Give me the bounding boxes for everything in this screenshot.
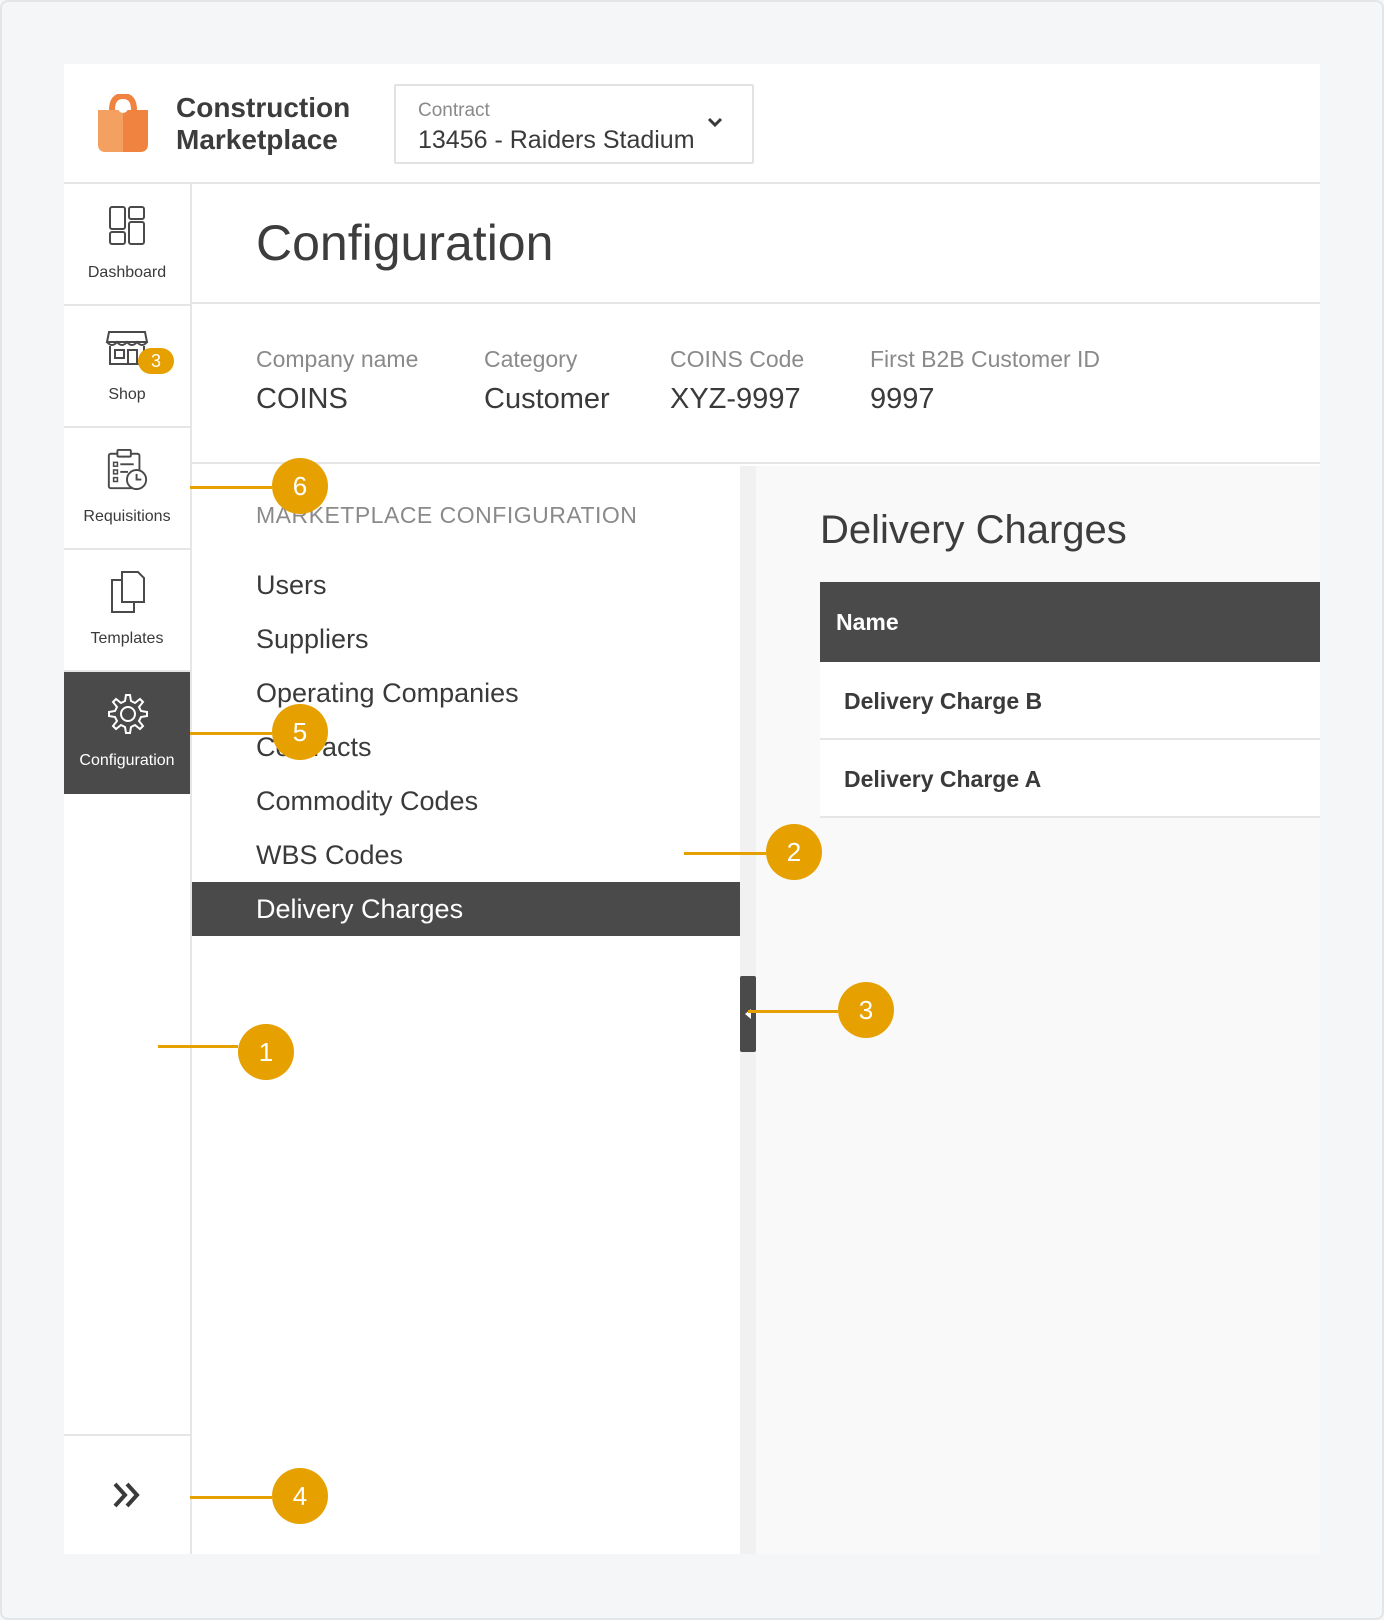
info-label: First B2B Customer ID — [870, 346, 1101, 372]
sidebar-item-label: Shop — [108, 386, 146, 403]
double-chevron-right-icon — [113, 1482, 140, 1508]
delivery-charges-table: Name Delivery Charge B Delivery Charge A — [820, 582, 1320, 818]
callout-3-marker: 3 — [838, 982, 894, 1038]
chevron-down-icon — [707, 117, 723, 128]
callout-5-line — [190, 732, 272, 735]
sidebar-item-dashboard[interactable]: Dashboard — [64, 184, 190, 306]
table-row[interactable]: Delivery Charge A — [820, 740, 1320, 818]
callout-1-line — [158, 1045, 238, 1048]
callout-2-line — [684, 852, 766, 855]
info-coins-code: COINS Code XYZ-9997 — [670, 346, 804, 416]
brand-line-1: Construction — [176, 92, 351, 123]
config-nav-wbs-codes[interactable]: WBS Codes — [192, 828, 740, 882]
templates-icon — [111, 571, 145, 613]
page-title: Configuration — [256, 215, 554, 271]
info-value: COINS — [256, 383, 348, 415]
main-sidebar: Dashboard 3 Shop Requisitions Templates … — [64, 184, 192, 1554]
info-label: Category — [484, 346, 578, 372]
config-nav-delivery-charges[interactable]: Delivery Charges — [192, 882, 740, 936]
sidebar-item-templates[interactable]: Templates — [64, 550, 190, 672]
info-value: Customer — [484, 383, 610, 415]
shop-cart-count-badge: 3 — [138, 348, 174, 374]
app-window: Construction Marketplace Contract 13456 … — [64, 64, 1320, 1554]
dashboard-icon — [109, 206, 145, 245]
table-row[interactable]: Delivery Charge B — [820, 662, 1320, 740]
configuration-nav: MARKETPLACE CONFIGURATION Users Supplier… — [192, 464, 740, 1554]
top-header: Construction Marketplace Contract 13456 … — [64, 64, 1320, 184]
info-company-name: Company name COINS — [256, 346, 418, 416]
contract-label: Contract — [418, 100, 490, 121]
collapse-panel-handle[interactable] — [740, 976, 756, 1052]
sidebar-item-label: Templates — [90, 630, 164, 647]
info-value: XYZ-9997 — [670, 383, 801, 415]
callout-6-marker: 6 — [272, 458, 328, 514]
brand-name[interactable]: Construction Marketplace — [176, 92, 350, 156]
marketplace-logo-icon — [98, 94, 148, 152]
company-info-bar: Company name COINS Category Customer COI… — [192, 304, 1320, 464]
main-area: Configuration Company name COINS Categor… — [192, 184, 1320, 1554]
callout-6-line — [190, 486, 272, 489]
requisitions-icon — [107, 448, 148, 491]
sidebar-item-label: Configuration — [79, 752, 175, 769]
callout-1-marker: 1 — [238, 1024, 294, 1080]
config-nav-commodity-codes[interactable]: Commodity Codes — [192, 774, 740, 828]
info-b2b-customer-id: First B2B Customer ID 9997 — [870, 346, 1100, 416]
info-label: COINS Code — [670, 346, 805, 372]
sidebar-item-label: Requisitions — [83, 508, 171, 525]
page-title-bar: Configuration — [192, 184, 1320, 304]
callout-4-marker: 4 — [272, 1468, 328, 1524]
contract-value: 13456 - Raiders Stadium — [418, 126, 695, 154]
expand-sidebar-button[interactable] — [64, 1434, 190, 1554]
callout-2-marker: 2 — [766, 824, 822, 880]
callout-4-line — [190, 1496, 272, 1499]
content-title: Delivery Charges — [820, 508, 1127, 552]
config-nav-operating-companies[interactable]: Operating Companies — [192, 666, 740, 720]
table-header-name[interactable]: Name — [820, 582, 1320, 662]
sidebar-item-shop[interactable]: 3 Shop — [64, 306, 190, 428]
callout-3-line — [748, 1010, 838, 1013]
brand-line-2: Marketplace — [176, 124, 338, 155]
gear-icon — [108, 694, 148, 734]
config-nav-suppliers[interactable]: Suppliers — [192, 612, 740, 666]
contract-selector[interactable]: Contract 13456 - Raiders Stadium — [394, 84, 754, 164]
info-category: Category Customer — [484, 346, 610, 416]
config-nav-users[interactable]: Users — [192, 558, 740, 612]
info-label: Company name — [256, 346, 419, 372]
sidebar-item-label: Dashboard — [87, 264, 167, 281]
sidebar-item-configuration[interactable]: Configuration — [64, 672, 190, 794]
sidebar-item-requisitions[interactable]: Requisitions — [64, 428, 190, 550]
info-value: 9997 — [870, 383, 935, 415]
callout-5-marker: 5 — [272, 704, 328, 760]
